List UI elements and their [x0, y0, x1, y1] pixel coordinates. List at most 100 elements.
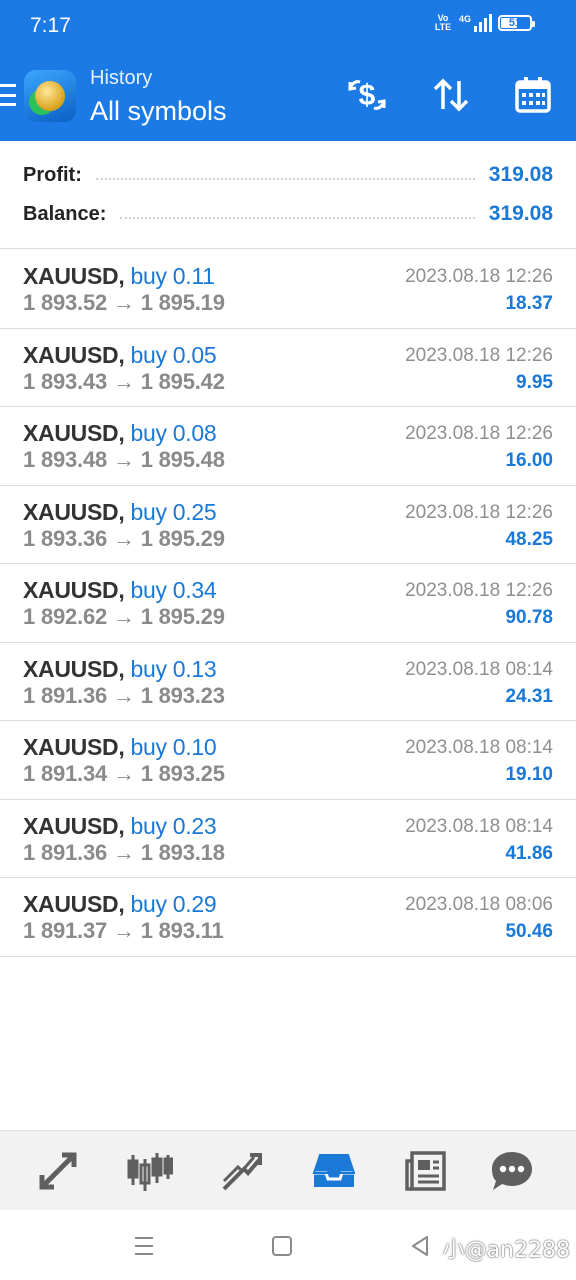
deals-list: XAUUSD, buy 0.11 1 893.52 → 1 895.19 202…: [0, 250, 576, 957]
deal-prices: 1 891.37 → 1 893.11: [23, 918, 224, 944]
deal-prices: 1 892.62 → 1 895.29: [23, 604, 225, 630]
recents-icon[interactable]: [128, 1230, 160, 1262]
history-icon[interactable]: [308, 1145, 360, 1197]
arrow-icon: →: [112, 682, 135, 708]
quotes-icon[interactable]: [32, 1145, 84, 1197]
close-price: 1 895.29: [140, 525, 225, 551]
deal-row[interactable]: XAUUSD, buy 0.25 1 893.36 → 1 895.29 202…: [0, 486, 576, 564]
arrow-icon: →: [112, 604, 135, 629]
account-summary: Profit: 319.08 Balance: 319.08: [0, 141, 576, 249]
profit-label: Profit:: [23, 163, 82, 186]
deal-row[interactable]: XAUUSD, buy 0.08 1 893.48 → 1 895.48 202…: [0, 407, 576, 486]
status-time: 7:17: [30, 14, 71, 37]
close-price: 1 895.19: [140, 290, 225, 315]
balance-label: Balance:: [23, 202, 107, 225]
deal-time: 2023.08.18 12:26: [405, 344, 553, 366]
deal-time: 2023.08.18 12:26: [405, 266, 553, 287]
deal-time: 2023.08.18 08:14: [405, 815, 553, 837]
deal-symbol: XAUUSD, buy 0.05: [23, 341, 217, 369]
deal-side: buy 0.05: [130, 341, 217, 368]
deal-prices: 1 893.52 → 1 895.19: [23, 290, 225, 316]
symbol-name: XAUUSD,: [23, 891, 125, 917]
deal-time: 2023.08.18 12:26: [405, 423, 553, 444]
deal-side: buy 0.11: [130, 263, 215, 289]
deal-row[interactable]: XAUUSD, buy 0.34 1 892.62 → 1 895.29 202…: [0, 564, 576, 643]
deal-row[interactable]: XAUUSD, buy 0.11 1 893.52 → 1 895.19 202…: [0, 250, 576, 329]
deal-prices: 1 893.36 → 1 895.29: [23, 526, 225, 552]
arrow-icon: →: [112, 447, 135, 472]
close-price: 1 893.18: [140, 839, 225, 865]
profit-row: Profit: 319.08: [23, 160, 553, 190]
symbol-name: XAUUSD,: [23, 812, 125, 839]
calendar-icon[interactable]: [510, 72, 556, 118]
deal-time: 2023.08.18 08:06: [405, 894, 553, 915]
watermark: 小@an2288: [442, 1238, 570, 1263]
deal-symbol: XAUUSD, buy 0.34: [23, 577, 217, 604]
deal-symbol: XAUUSD, buy 0.25: [23, 499, 217, 526]
open-price: 1 893.48: [23, 447, 108, 472]
symbol-name: XAUUSD,: [23, 734, 125, 760]
deal-symbol: XAUUSD, buy 0.08: [23, 420, 217, 447]
deal-side: buy 0.29: [130, 891, 217, 917]
deal-profit: 18.37: [505, 293, 553, 314]
deal-symbol: XAUUSD, buy 0.29: [23, 891, 217, 918]
home-icon[interactable]: [266, 1230, 298, 1262]
open-price: 1 892.62: [23, 604, 108, 629]
profit-value: 319.08: [488, 163, 553, 186]
deal-profit: 19.10: [505, 764, 553, 785]
close-price: 1 893.11: [140, 918, 224, 943]
deal-symbol: XAUUSD, buy 0.13: [23, 655, 217, 683]
page-subtitle: History: [90, 67, 153, 89]
currency-exchange-icon[interactable]: $: [344, 72, 390, 118]
chart-icon[interactable]: [124, 1145, 176, 1197]
deal-row[interactable]: XAUUSD, buy 0.29 1 891.37 → 1 893.11 202…: [0, 878, 576, 957]
symbol-name: XAUUSD,: [23, 341, 125, 368]
volte-icon: Vo LTE: [434, 13, 452, 32]
balance-row: Balance: 319.08: [23, 199, 553, 229]
deal-row[interactable]: XAUUSD, buy 0.10 1 891.34 → 1 893.25 202…: [0, 721, 576, 800]
back-icon[interactable]: [404, 1230, 436, 1262]
arrow-icon: →: [112, 290, 135, 315]
arrow-icon: →: [112, 918, 135, 943]
battery-level: 51: [508, 17, 522, 29]
system-navigation: 小@an2288: [0, 1210, 576, 1280]
deal-time: 2023.08.18 12:26: [405, 501, 553, 523]
status-icons: Vo LTE 4G 51: [433, 13, 535, 32]
divider: [95, 178, 475, 180]
menu-icon[interactable]: [0, 84, 16, 106]
deal-row[interactable]: XAUUSD, buy 0.05 1 893.43 → 1 895.42 202…: [0, 329, 576, 407]
open-price: 1 891.36: [23, 682, 108, 708]
deal-prices: 1 891.34 → 1 893.25: [23, 761, 225, 787]
symbol-name: XAUUSD,: [23, 263, 125, 289]
arrow-icon: →: [112, 761, 135, 786]
symbol-name: XAUUSD,: [23, 655, 125, 682]
news-icon[interactable]: [400, 1145, 452, 1197]
chat-icon[interactable]: [486, 1145, 538, 1197]
deal-profit: 41.86: [505, 842, 553, 864]
deal-profit: 48.25: [505, 528, 553, 550]
open-price: 1 891.36: [23, 839, 108, 865]
bottom-navigation: [0, 1130, 576, 1210]
deal-time: 2023.08.18 08:14: [405, 658, 553, 680]
deal-symbol: XAUUSD, buy 0.11: [23, 263, 215, 290]
deal-prices: 1 891.36 → 1 893.18: [23, 840, 225, 866]
open-price: 1 891.34: [23, 761, 108, 786]
deal-profit: 16.00: [505, 450, 553, 471]
svg-text:$: $: [359, 79, 376, 112]
open-price: 1 893.36: [23, 525, 108, 551]
divider: [120, 217, 475, 219]
deal-row[interactable]: XAUUSD, buy 0.23 1 891.36 → 1 893.18 202…: [0, 800, 576, 878]
deal-time: 2023.08.18 08:14: [405, 737, 553, 758]
close-price: 1 895.29: [140, 604, 225, 629]
app-header: 7:17 Vo LTE 4G 51 History All symbols $: [0, 0, 576, 141]
battery-icon: 51: [498, 15, 535, 31]
deal-row[interactable]: XAUUSD, buy 0.13 1 891.36 → 1 893.23 202…: [0, 643, 576, 721]
deal-prices: 1 891.36 → 1 893.23: [23, 683, 225, 709]
trade-icon[interactable]: [216, 1145, 268, 1197]
close-price: 1 895.48: [140, 447, 225, 472]
sort-icon[interactable]: [428, 72, 474, 118]
arrow-icon: →: [112, 525, 135, 551]
app-logo: [24, 70, 76, 122]
deal-side: buy 0.34: [130, 577, 217, 603]
page-title[interactable]: All symbols: [90, 96, 227, 127]
